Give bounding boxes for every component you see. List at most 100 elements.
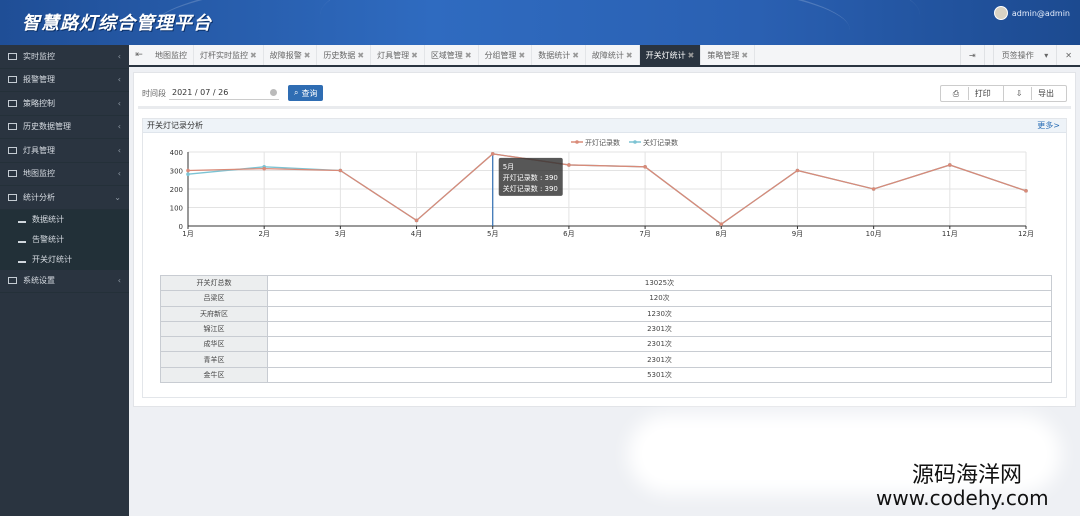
close-icon[interactable]: ✖ <box>411 51 418 60</box>
legend-marker <box>575 140 579 144</box>
tab-label: 故障报警 <box>269 50 302 60</box>
page-ops-dropdown[interactable]: 页签操作 ▾ <box>983 45 1057 65</box>
tab-fault-stats[interactable]: 故障统计 ✖ <box>586 45 640 65</box>
action-buttons: ⎙ 打印 ⇩ 导出 <box>939 85 1067 102</box>
watermark-line2: www.codehy.com <box>876 486 1049 510</box>
y-tick-label: 400 <box>170 149 183 157</box>
more-link[interactable]: 更多> <box>1037 120 1060 131</box>
legend-marker <box>633 140 637 144</box>
date-input[interactable]: 2021 / 07 / 26 <box>169 86 279 100</box>
tabs-scroll-left-icon[interactable]: ⇤ <box>129 50 149 60</box>
data-point <box>262 166 266 171</box>
avatar[interactable] <box>993 6 1008 20</box>
sidebar-subitem-data-stats[interactable]: 数据统计 <box>0 209 129 230</box>
data-point <box>490 152 495 156</box>
tab-fault-alarm[interactable]: 故障报警 ✖ <box>264 45 318 65</box>
tab-data-stats[interactable]: 数据统计 ✖ <box>532 45 586 65</box>
query-label: 查询 <box>301 88 318 98</box>
analysis-panel: 开关灯记录分析 更多> 400 300 200 100 0 1月 2月 3月 4月 5月 6月 7月 8… <box>142 118 1067 398</box>
row-key: 青羊区 <box>160 351 268 368</box>
close-icon[interactable]: ✖ <box>741 51 748 60</box>
monitor-icon <box>8 123 17 131</box>
close-icon[interactable]: ✖ <box>465 51 472 60</box>
monitor-icon <box>8 99 17 107</box>
sidebar-item-strategy[interactable]: 策略控制 ‹ <box>0 92 129 116</box>
tab-label: 故障统计 <box>591 50 624 60</box>
tab-history[interactable]: 历史数据 ✖ <box>317 45 372 65</box>
tab-label: 开关灯统计 <box>645 50 686 60</box>
sidebar-item-label: 统计分析 <box>23 192 55 202</box>
close-icon[interactable]: ✖ <box>357 51 364 60</box>
sidebar-item-settings[interactable]: 系统设置 ‹ <box>0 270 129 293</box>
close-all-icon[interactable]: ✕ <box>1056 45 1080 65</box>
export-icon: ⇩ <box>1015 89 1023 98</box>
row-key: 成华区 <box>160 336 268 353</box>
close-icon[interactable]: ✖ <box>304 51 311 60</box>
tabs-scroll-right-icon[interactable]: ⇥ <box>960 45 984 65</box>
data-point <box>1024 189 1028 193</box>
sidebar-item-history[interactable]: 历史数据管理 ‹ <box>0 116 129 139</box>
tab-pole-monitor[interactable]: 灯杆实时监控 ✖ <box>194 45 264 65</box>
x-tick-label: 4月 <box>411 230 422 238</box>
row-value: 2301次 <box>267 351 1052 368</box>
clear-icon[interactable] <box>270 89 277 96</box>
sidebar-item-alarm[interactable]: 报警管理 ‹ <box>0 69 129 92</box>
table-row: 开关灯总数 13025次 <box>160 274 1052 292</box>
row-value: 2301次 <box>267 320 1052 338</box>
tab-label: 策略管理 <box>707 50 740 60</box>
tab-strategy[interactable]: 策略管理 ✖ <box>701 45 756 65</box>
x-tick-label: 8月 <box>716 230 727 238</box>
tab-bar: ⇤ 地图监控 灯杆实时监控 ✖ 故障报警 ✖ 历史数据 ✖ 灯具管理 ✖ 区域管理 ✖ 分… <box>129 45 1080 67</box>
top-header: 智慧路灯综合管理平台 admin@admin <box>0 0 1080 45</box>
tab-regions[interactable]: 区域管理 ✖ <box>425 45 479 65</box>
query-button[interactable]: ⌕ 查询 <box>288 85 324 101</box>
close-icon[interactable]: ✖ <box>250 51 257 60</box>
close-icon[interactable]: ✖ <box>626 51 633 60</box>
sidebar-subitem-label: 数据统计 <box>32 215 64 224</box>
legend-label: 开灯记录数 <box>585 138 620 147</box>
monitor-icon <box>8 76 17 84</box>
tab-switch-stats[interactable]: 开关灯统计 ✖ <box>639 45 702 65</box>
tab-bar-right: ⇥ 页签操作 ▾ ✕ <box>960 45 1080 65</box>
x-tick-label: 9月 <box>792 230 803 238</box>
tab-label: 数据统计 <box>538 50 571 60</box>
tooltip-line: 关灯记录数 : 390 <box>503 184 558 193</box>
tab-lamps[interactable]: 灯具管理 ✖ <box>371 45 425 65</box>
close-icon[interactable]: ✖ <box>688 51 695 60</box>
sidebar-item-lamps[interactable]: 灯具管理 ‹ <box>0 139 129 163</box>
chevron-left-icon: ‹ <box>117 51 121 61</box>
print-label: 打印 <box>967 87 997 100</box>
row-value: 1230次 <box>267 305 1052 322</box>
sidebar-subitem-alarm-stats[interactable]: 告警统计 <box>0 229 129 250</box>
date-filter-label: 时间段 <box>142 88 166 98</box>
sidebar-item-statistics[interactable]: 统计分析 ⌄ <box>0 186 129 210</box>
chevron-left-icon: ‹ <box>117 169 121 179</box>
x-tick-label: 6月 <box>563 230 574 238</box>
monitor-icon <box>8 146 17 154</box>
tooltip-title: 5月 <box>503 163 514 171</box>
user-menu[interactable]: admin@admin <box>993 6 1070 20</box>
sidebar-item-realtime[interactable]: 实时监控 ‹ <box>0 45 129 69</box>
tooltip-line: 开灯记录数 : 390 <box>503 173 558 182</box>
sidebar-subitem-switch-stats[interactable]: 开关灯统计 <box>0 249 129 270</box>
print-button[interactable]: ⎙ 打印 <box>941 86 1003 101</box>
monitor-icon <box>8 170 17 178</box>
tab-map[interactable]: 地图监控 <box>149 45 194 65</box>
row-key: 锦江区 <box>160 320 268 338</box>
sidebar-item-label: 历史数据管理 <box>23 122 71 132</box>
export-button[interactable]: ⇩ 导出 <box>1002 86 1066 101</box>
tab-groups[interactable]: 分组管理 ✖ <box>479 45 533 65</box>
close-icon[interactable]: ✖ <box>519 51 526 60</box>
sidebar: 实时监控 ‹ 报警管理 ‹ 策略控制 ‹ 历史数据管理 ‹ 灯具管理 ‹ 地图监控 ‹ 统计… <box>0 45 129 516</box>
chart-icon <box>18 257 26 263</box>
data-point <box>795 168 800 173</box>
row-value: 120次 <box>267 290 1052 307</box>
header-wave-decoration <box>320 0 920 45</box>
sidebar-item-map[interactable]: 地图监控 ‹ <box>0 163 129 186</box>
tab-label: 区域管理 <box>430 50 463 60</box>
sidebar-item-label: 实时监控 <box>23 51 55 61</box>
line-chart[interactable]: 40030020010001月 2月 3月 4月 5月 6月 7月 8月 9月 10月 11月 12月… <box>143 134 1068 262</box>
user-name[interactable]: admin@admin <box>1012 9 1070 18</box>
close-icon[interactable]: ✖ <box>572 51 579 60</box>
chart-icon <box>18 237 26 243</box>
